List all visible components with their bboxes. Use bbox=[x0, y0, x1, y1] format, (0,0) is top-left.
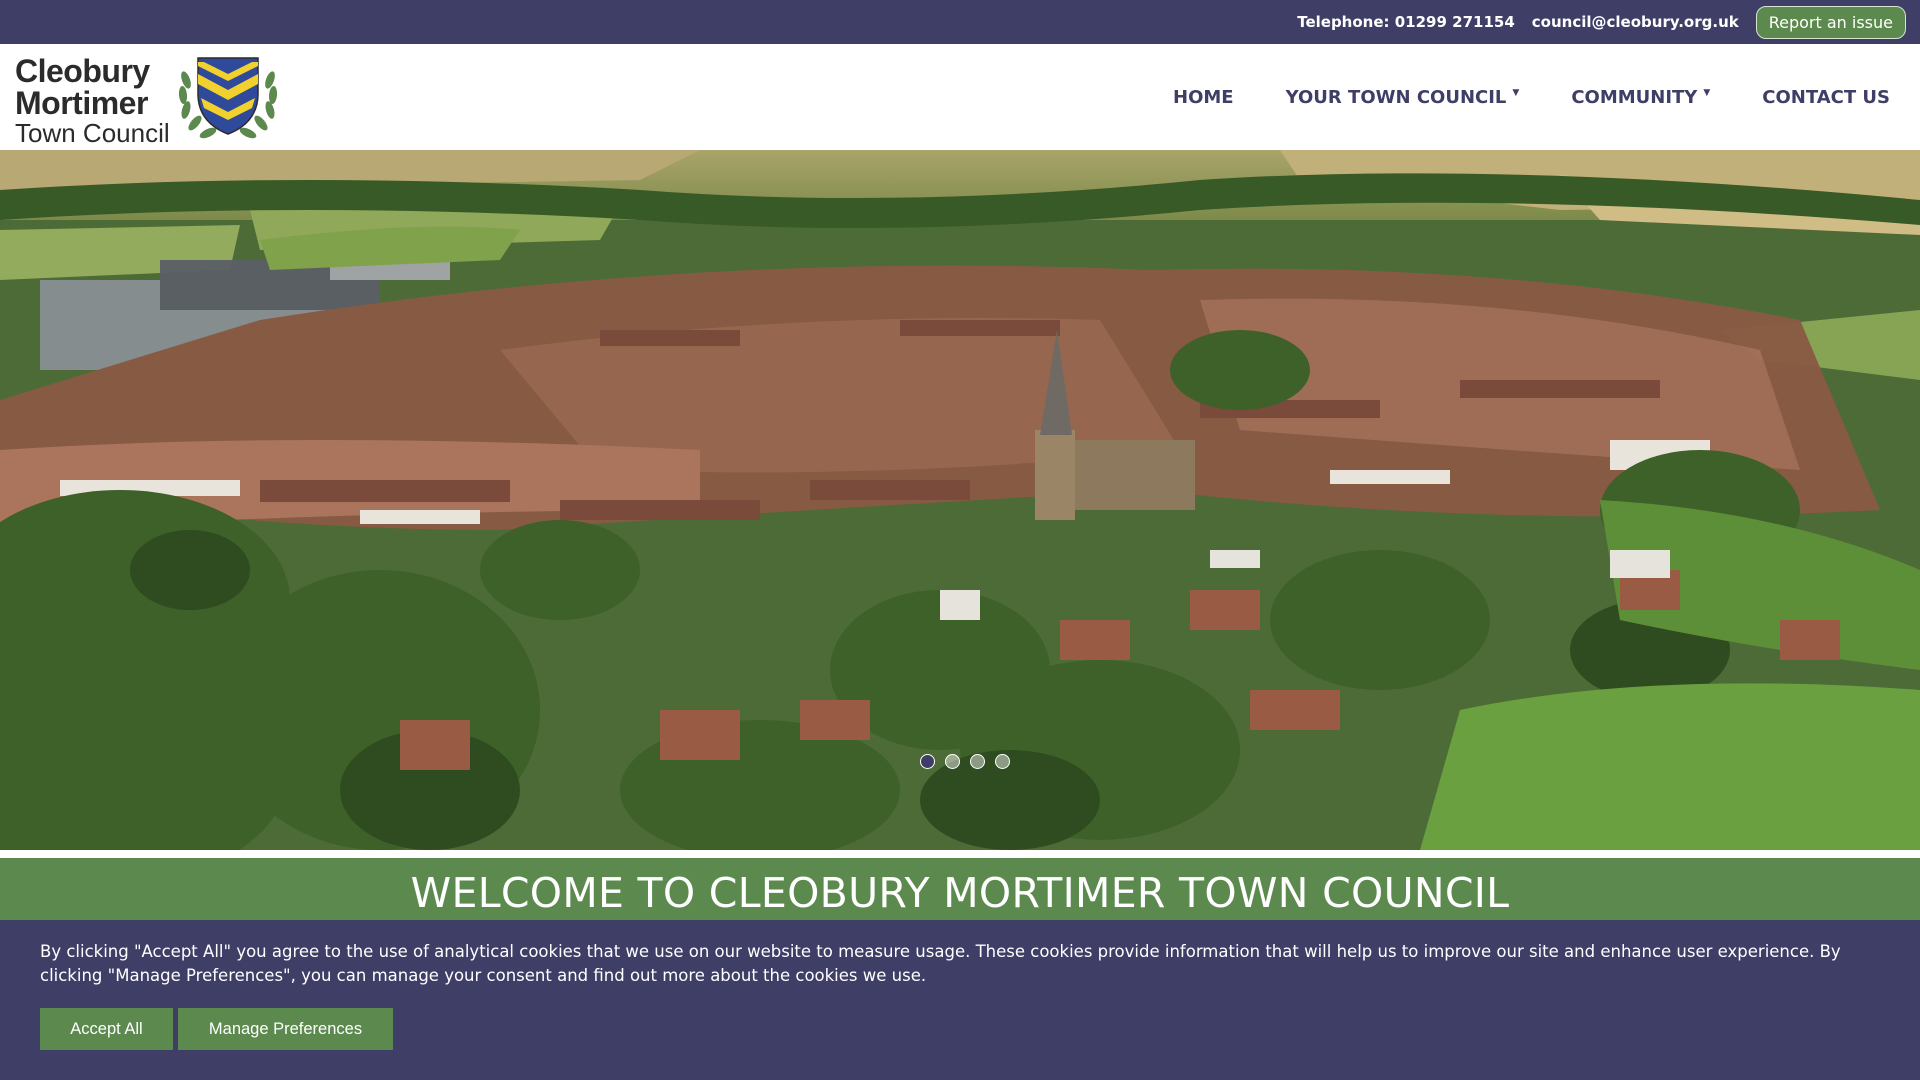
report-issue-button[interactable]: Report an issue bbox=[1755, 5, 1906, 39]
logo-line-3: Town Council bbox=[15, 118, 170, 148]
hero-slideshow bbox=[0, 150, 1920, 850]
nav-item-label: CONTACT US bbox=[1762, 86, 1890, 108]
cookie-message: By clicking "Accept All" you agree to th… bbox=[40, 942, 1841, 985]
nav-item-contact-us[interactable]: CONTACT US bbox=[1762, 87, 1890, 108]
caret-down-icon: ▼ bbox=[1512, 88, 1520, 98]
crest-icon[interactable] bbox=[174, 50, 282, 144]
nav-item-label: COMMUNITY bbox=[1571, 86, 1698, 108]
logo-line-2: Mortimer bbox=[15, 85, 148, 121]
accept-all-button[interactable]: Accept All bbox=[40, 1008, 173, 1050]
logo-line-1: Cleobury bbox=[15, 53, 150, 89]
cookie-banner: By clicking "Accept All" you agree to th… bbox=[0, 920, 1920, 1080]
main-nav: HOME YOUR TOWN COUNCIL ▼ COMMUNITY ▼ CON… bbox=[1121, 44, 1890, 150]
nav-item-community[interactable]: COMMUNITY ▼ bbox=[1571, 87, 1710, 108]
nav-item-label: YOUR TOWN COUNCIL bbox=[1285, 86, 1507, 108]
welcome-heading: WELCOME TO CLEOBURY MORTIMER TOWN COUNCI… bbox=[410, 869, 1510, 917]
nav-item-your-town-council[interactable]: YOUR TOWN COUNCIL ▼ bbox=[1286, 87, 1520, 108]
caret-down-icon: ▼ bbox=[1703, 88, 1711, 98]
slide-dot-2[interactable] bbox=[945, 754, 960, 769]
slide-dot-3[interactable] bbox=[970, 754, 985, 769]
nav-item-home[interactable]: HOME bbox=[1173, 87, 1234, 108]
slideshow-dots bbox=[920, 754, 1010, 769]
telephone-link[interactable]: Telephone: 01299 271154 bbox=[1297, 13, 1515, 31]
top-bar: Telephone: 01299 271154 council@cleobury… bbox=[0, 0, 1920, 44]
slide-dot-1[interactable] bbox=[920, 754, 935, 769]
site-logo[interactable]: Cleobury Mortimer Town Council bbox=[15, 55, 170, 146]
site-header: Cleobury Mortimer Town Council HOME YOUR… bbox=[0, 44, 1920, 150]
welcome-banner: WELCOME TO CLEOBURY MORTIMER TOWN COUNCI… bbox=[0, 858, 1920, 928]
nav-item-label: HOME bbox=[1173, 86, 1234, 108]
manage-preferences-button[interactable]: Manage Preferences bbox=[178, 1008, 393, 1050]
email-link[interactable]: council@cleobury.org.uk bbox=[1532, 13, 1739, 31]
slide-dot-4[interactable] bbox=[995, 754, 1010, 769]
hero-image bbox=[0, 150, 1920, 850]
